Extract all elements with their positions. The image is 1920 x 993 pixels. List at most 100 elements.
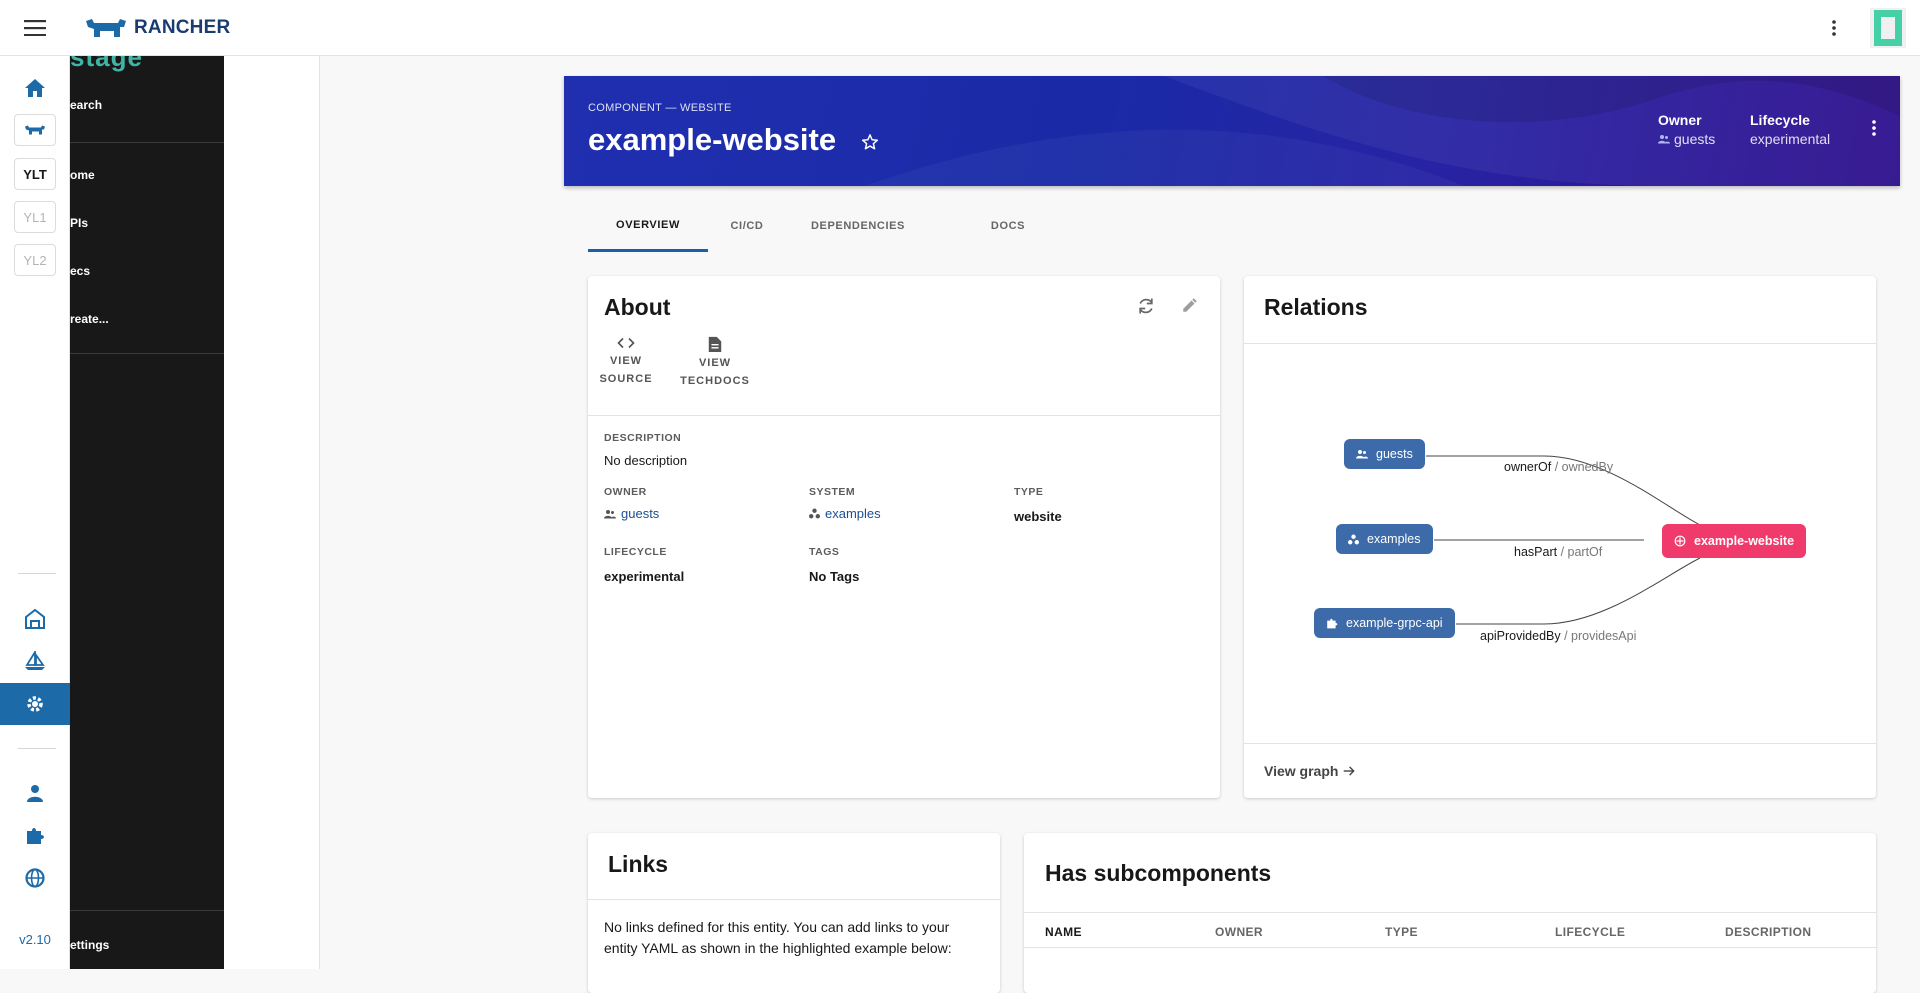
edge-label-owner: ownerOf / ownedBy [1504,460,1613,474]
links-divider [588,899,1000,900]
tab-dependencies[interactable]: DEPENDENCIES [796,200,920,252]
col-header-owner[interactable]: OWNER [1215,925,1263,939]
barn-icon [25,609,45,629]
relation-node-grpc-api-label: example-grpc-api [1346,616,1443,630]
tab-overview[interactable]: OVERVIEW [588,200,708,252]
relation-node-grpc-api[interactable]: example-grpc-api [1314,608,1455,638]
edit-pencil-icon[interactable] [1181,296,1199,314]
owner-value-text: guests [1674,131,1716,147]
view-techdocs-link[interactable]: VIEW TECHDOCS [680,336,750,390]
star-outline-icon[interactable] [861,133,879,151]
document-icon [708,336,722,352]
col-header-description[interactable]: DESCRIPTION [1725,925,1811,939]
tags-field-label: TAGS [809,546,840,558]
relation-node-examples[interactable]: examples [1336,524,1433,554]
relations-footer-divider [1244,743,1876,744]
view-source-link[interactable]: VIEW SOURCE [596,336,656,388]
edge-label-part-alt: / partOf [1557,545,1603,559]
hamburger-menu-button[interactable] [0,0,70,56]
relation-node-guests[interactable]: guests [1344,439,1425,469]
tab-docs[interactable]: DOCS [980,200,1036,252]
component-icon [1674,535,1686,547]
view-graph-link[interactable]: View graph [1264,763,1356,779]
entity-header: COMPONENT — WEBSITE example-website Owne… [564,76,1900,186]
group-icon [604,509,616,518]
rail-home[interactable] [0,68,70,108]
identicon-icon [1870,7,1906,48]
user-avatar[interactable] [1870,7,1906,48]
system-field-link[interactable]: examples [809,506,881,521]
links-empty-text: No links defined for this entity. You ca… [604,919,952,956]
group-icon [1356,450,1368,459]
tab-cicd[interactable]: CI/CD [714,200,780,252]
description-value: No description [604,453,688,468]
rail-continuous-delivery[interactable] [0,641,70,681]
owner-field-link[interactable]: guests [604,506,659,521]
kebab-icon [1832,19,1836,36]
edge-label-api: apiProvidedBy / providesApi [1480,629,1636,643]
backstage-logo[interactable]: stage [70,56,143,73]
rail-cluster-yl2[interactable]: YL2 [14,244,56,276]
entity-menu-kebab-icon[interactable] [1872,120,1876,136]
owner-field-value: guests [621,506,660,521]
about-title: About [604,294,671,320]
type-field-value: website [1014,509,1062,524]
system-field-value: examples [825,506,881,521]
rail-cluster-ylt[interactable]: YLT [14,158,56,190]
version-label[interactable]: v2.10 [0,932,70,947]
edge-label-part: hasPart / partOf [1514,545,1602,559]
sidebar-item-settings[interactable]: ettings [70,938,109,952]
rail-cluster-management[interactable] [0,599,70,639]
home-icon [25,79,45,97]
sidebar-item-search[interactable]: earch [70,98,102,112]
sidebar-item-home[interactable]: ome [70,168,95,182]
refresh-icon[interactable] [1136,296,1156,316]
system-field-label: SYSTEM [809,486,856,498]
subcomponents-divider [1024,912,1876,913]
col-header-name[interactable]: NAME [1045,925,1082,939]
links-title: Links [608,851,669,877]
edge-label-api-main: apiProvidedBy [1480,629,1561,643]
edge-label-api-alt: / providesApi [1560,629,1637,643]
sidebar-item-docs[interactable]: ecs [70,264,90,278]
edge-label-owner-main: ownerOf [1504,460,1552,474]
sidebar-item-apis[interactable]: PIs [70,216,88,230]
lifecycle-field-label: LIFECYCLE [604,546,667,558]
edge-label-owner-alt: / ownedBy [1551,460,1614,474]
owner-value[interactable]: guests [1658,131,1715,147]
relation-node-target[interactable]: example-website [1662,524,1807,558]
view-graph-label: View graph [1264,763,1339,779]
system-icon [809,508,820,519]
rail-cluster-yl1[interactable]: YL1 [14,201,56,233]
sidebar-divider [70,142,224,143]
rail-divider [18,748,56,749]
group-icon [1658,135,1670,144]
rancher-bull-icon [86,18,126,37]
rail-users[interactable] [0,773,70,813]
entity-tabs: OVERVIEW CI/CD DEPENDENCIES DOCS [588,200,1088,252]
sidebar-item-create[interactable]: reate... [70,312,109,326]
edge-label-part-main: hasPart [1514,545,1558,559]
subcomponents-header-divider [1024,947,1876,948]
relation-node-guests-label: guests [1376,447,1413,461]
about-card: About VIEW SOURCE VIEW TECHDOCS DESCRIPT… [588,276,1220,798]
rail-global-settings[interactable] [0,683,70,725]
col-header-type[interactable]: TYPE [1385,925,1418,939]
content-gutter [224,56,320,969]
entity-kind-label: COMPONENT — WEBSITE [588,102,732,114]
view-techdocs-line2: TECHDOCS [680,375,750,387]
rail-extensions[interactable] [0,815,70,855]
arrow-right-icon [1344,766,1356,776]
col-header-lifecycle[interactable]: LIFECYCLE [1555,925,1625,939]
subcomponents-title: Has subcomponents [1045,860,1272,886]
app-more-button[interactable] [1814,0,1854,56]
top-app-bar: RANCHER [0,0,1920,56]
rail-local-cluster[interactable] [14,114,56,146]
rancher-logo[interactable]: RANCHER [84,17,230,39]
entity-title: example-website [588,122,837,157]
relation-node-examples-label: examples [1367,532,1421,546]
code-icon [617,337,635,349]
lifecycle-field-value: experimental [604,569,685,584]
rail-global-apps[interactable] [0,858,70,898]
owner-label: Owner [1658,112,1702,128]
